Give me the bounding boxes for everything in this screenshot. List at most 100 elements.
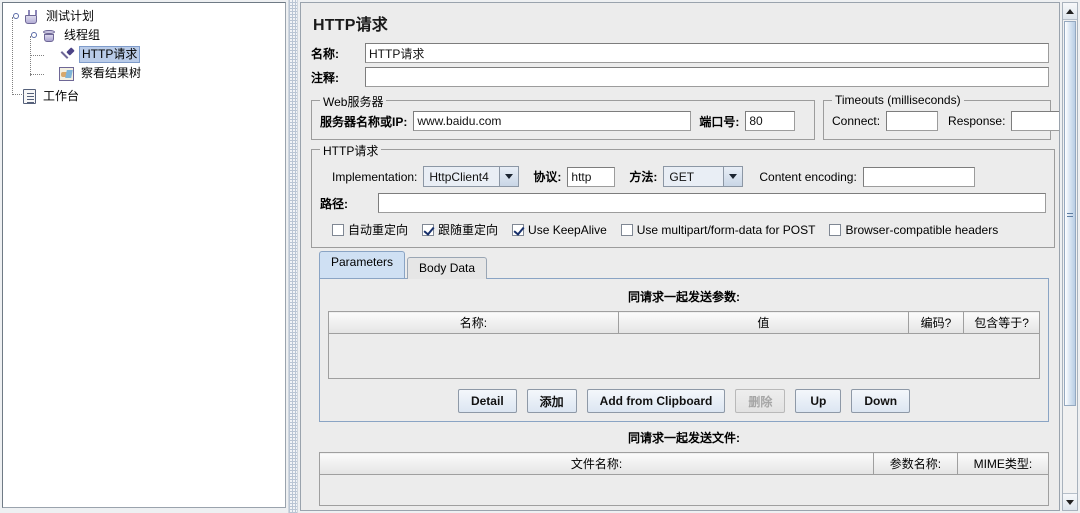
checkbox-label: Use KeepAlive — [528, 222, 607, 237]
parameters-button-row: Detail 添加 Add from Clipboard 删除 Up Down — [328, 389, 1040, 413]
tree-node-http-request[interactable]: HTTP请求 — [7, 45, 285, 64]
checkbox-label: Browser-compatible headers — [845, 222, 999, 237]
port-label: 端口号: — [699, 114, 740, 129]
checkbox-browser-compatible-headers[interactable]: Browser-compatible headers — [829, 223, 998, 237]
implementation-label: Implementation: — [332, 169, 418, 184]
checkbox-use-keepalive[interactable]: Use KeepAlive — [512, 223, 607, 237]
checkbox-box-icon[interactable] — [332, 223, 344, 236]
scroll-up-button[interactable] — [1063, 3, 1077, 20]
http-request-group: HTTP请求 Implementation: HttpClient4 协议: 方… — [311, 142, 1055, 248]
column-header-value[interactable]: 值 — [617, 311, 909, 334]
tree-node-test-plan[interactable]: 测试计划 — [7, 7, 285, 26]
timeouts-group-title: Timeouts (milliseconds) — [832, 93, 964, 107]
up-button[interactable]: Up — [795, 389, 842, 413]
leaf-handle-icon — [47, 68, 58, 79]
files-table[interactable]: 文件名称: 参数名称: MIME类型: — [318, 452, 1050, 475]
files-table-header-row: 文件名称: 参数名称: MIME类型: — [318, 452, 1050, 475]
tree-node-workbench[interactable]: 工作台 — [7, 87, 285, 106]
tab-body-data[interactable]: Body Data — [407, 257, 488, 279]
implementation-value: HttpClient4 — [424, 167, 500, 186]
test-plan-tree-panel[interactable]: 测试计划 线程组 HTTP请求 察看结果树 工作台 — [2, 2, 286, 508]
add-from-clipboard-button[interactable]: Add from Clipboard — [586, 389, 726, 413]
tree-node-thread-group[interactable]: 线程组 — [7, 26, 285, 45]
page-title: HTTP请求 — [313, 17, 388, 34]
response-timeout-input[interactable] — [1011, 111, 1059, 131]
down-button[interactable]: Down — [851, 389, 911, 413]
files-section: 同请求一起发送文件: 文件名称: 参数名称: MIME类型: — [318, 426, 1050, 506]
protocol-input[interactable] — [567, 166, 616, 187]
name-input[interactable] — [365, 43, 1049, 63]
port-input[interactable] — [745, 111, 796, 131]
vertical-scrollbar[interactable] — [1062, 2, 1078, 511]
web-server-group: Web服务器 服务器名称或IP: 端口号: — [311, 93, 815, 140]
workbench-icon — [23, 89, 36, 104]
tree-node-label: 工作台 — [43, 89, 80, 103]
scroll-down-button[interactable] — [1063, 493, 1077, 510]
checkbox-checked-icon[interactable] — [422, 223, 435, 236]
tree-line — [12, 94, 24, 96]
checkbox-follow-redirect[interactable]: 跟随重定向 — [422, 221, 498, 238]
column-header-mime-type[interactable]: MIME类型: — [956, 452, 1050, 475]
tab-strip: Parameters Body Data — [319, 251, 1051, 279]
jmeter-window: 测试计划 线程组 HTTP请求 察看结果树 工作台 HTTP请求 名称: HTT… — [0, 0, 1080, 513]
connect-timeout-input[interactable] — [886, 111, 939, 131]
server-label: 服务器名称或IP: — [320, 114, 408, 129]
parameters-tab-panel: 同请求一起发送参数: 名称: 值 编码? 包含等于? Detail 添加 Add… — [319, 278, 1049, 422]
checkbox-label: 自动重定向 — [348, 223, 409, 237]
scrollbar-thumb[interactable] — [1064, 21, 1076, 406]
protocol-label: 协议: — [533, 170, 562, 184]
tree-node-label: 线程组 — [64, 28, 101, 42]
view-results-tree-icon — [59, 66, 74, 81]
tree-line — [12, 17, 14, 95]
column-header-param-name[interactable]: 参数名称: — [873, 452, 958, 475]
content-encoding-input[interactable] — [862, 166, 975, 187]
thread-group-icon — [41, 28, 57, 44]
method-label: 方法: — [629, 170, 658, 184]
column-header-encode[interactable]: 编码? — [907, 311, 965, 334]
method-combo[interactable]: GET — [663, 166, 744, 187]
content-encoding-label: Content encoding: — [759, 169, 857, 184]
split-pane-divider[interactable] — [288, 0, 298, 513]
delete-button: 删除 — [735, 389, 786, 413]
checkbox-box-icon[interactable] — [829, 223, 842, 236]
chevron-down-icon[interactable] — [723, 167, 743, 186]
path-input[interactable] — [377, 193, 1046, 213]
request-options-checkboxes: 自动重定向 跟随重定向 Use KeepAlive Use multipart/… — [332, 221, 1046, 238]
comment-row: 注释: — [311, 67, 1051, 87]
tree-node-label-selected: HTTP请求 — [79, 46, 141, 63]
tree-node-view-results-tree[interactable]: 察看结果树 — [7, 64, 285, 83]
http-request-group-title: HTTP请求 — [320, 142, 382, 159]
method-value: GET — [664, 167, 724, 186]
tree-root: 测试计划 线程组 HTTP请求 察看结果树 工作台 — [3, 3, 285, 106]
tab-parameters[interactable]: Parameters — [319, 251, 406, 278]
chevron-down-icon[interactable] — [499, 167, 519, 186]
comment-input[interactable] — [365, 67, 1049, 87]
path-label: 路径: — [320, 196, 348, 211]
server-name-input[interactable] — [413, 111, 692, 131]
column-header-include-equals[interactable]: 包含等于? — [963, 311, 1040, 334]
implementation-combo[interactable]: HttpClient4 — [423, 166, 520, 187]
column-header-file-name[interactable]: 文件名称: — [318, 452, 875, 475]
parameters-table-body-empty[interactable] — [328, 334, 1040, 379]
leaf-handle-icon — [47, 49, 58, 60]
checkbox-auto-redirect[interactable]: 自动重定向 — [332, 221, 408, 238]
comment-label: 注释: — [311, 70, 339, 85]
tree-line — [30, 55, 44, 57]
tree-node-label: 测试计划 — [46, 9, 95, 23]
column-header-name[interactable]: 名称: — [328, 311, 619, 334]
name-row: 名称: — [311, 43, 1051, 63]
checkbox-label: 跟随重定向 — [438, 223, 499, 237]
files-table-body-empty[interactable] — [319, 475, 1049, 506]
checkbox-use-multipart[interactable]: Use multipart/form-data for POST — [620, 222, 816, 237]
checkbox-checked-icon[interactable] — [512, 223, 525, 236]
name-label: 名称: — [311, 46, 339, 61]
timeouts-group: Timeouts (milliseconds) Connect: Respons… — [823, 93, 1059, 140]
tree-node-label: 察看结果树 — [81, 66, 142, 80]
checkbox-box-icon[interactable] — [620, 223, 633, 236]
checkbox-label: Use multipart/form-data for POST — [636, 222, 816, 237]
scrollbar-grip-icon — [1067, 210, 1073, 217]
parameters-table[interactable]: 名称: 值 编码? 包含等于? — [328, 311, 1040, 334]
add-button[interactable]: 添加 — [526, 389, 577, 413]
detail-button[interactable]: Detail — [457, 389, 517, 413]
tree-line — [30, 74, 44, 76]
